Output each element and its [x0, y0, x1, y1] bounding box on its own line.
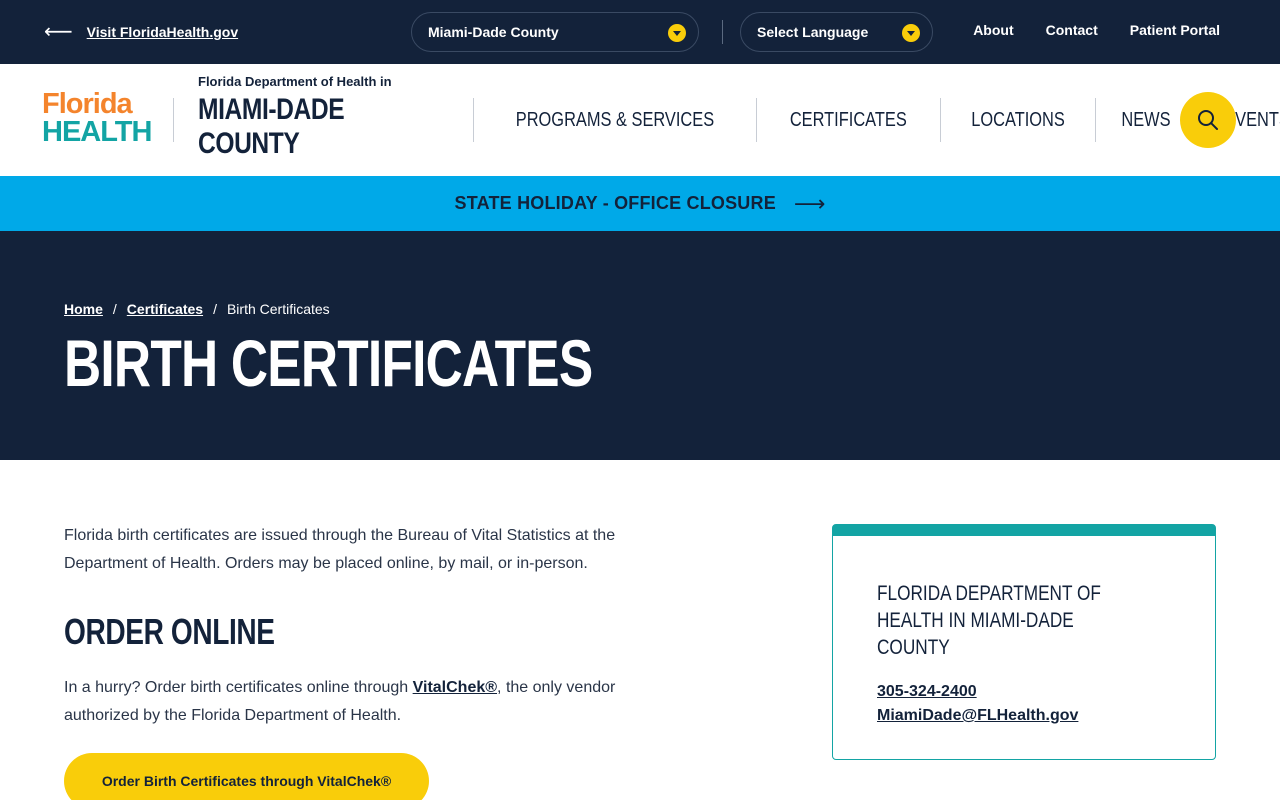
contact-card-title: FLORIDA DEPARTMENT OF HEALTH IN MIAMI-DA… — [877, 582, 1101, 659]
intro-paragraph: Florida birth certificates are issued th… — [64, 527, 616, 572]
vitalchek-link[interactable]: VitalChek® — [413, 679, 497, 696]
utility-divider — [722, 20, 723, 44]
email-link[interactable]: MiamiDade@FLHealth.gov — [877, 707, 1171, 725]
breadcrumb: Home / Certificates / Birth Certificates — [64, 301, 330, 317]
contact-card: FLORIDA DEPARTMENT OF HEALTH IN MIAMI-DA… — [832, 524, 1216, 760]
breadcrumb-separator: / — [112, 301, 117, 317]
department-prefix: Florida Department of Health in — [198, 74, 392, 89]
breadcrumb-certificates[interactable]: Certificates — [127, 301, 203, 317]
nav-certificates[interactable]: CERTIFICATES — [755, 98, 940, 142]
breadcrumb-home[interactable]: Home — [64, 301, 103, 317]
order-online-paragraph: In a hurry? Order birth certificates onl… — [64, 679, 616, 724]
nav-locations[interactable]: LOCATIONS — [939, 98, 1095, 142]
county-select-value: Miami-Dade County — [428, 24, 559, 40]
contact-link[interactable]: Contact — [1046, 22, 1098, 38]
arrow-right-icon: ⟶ — [793, 190, 826, 216]
contact-card-links: 305-324-2400 MiamiDade@FLHealth.gov — [877, 683, 1171, 725]
main-content: Florida birth certificates are issued th… — [64, 522, 664, 730]
patient-portal-link[interactable]: Patient Portal — [1130, 22, 1220, 38]
order-vitalchek-button[interactable]: Order Birth Certificates through VitalCh… — [64, 753, 429, 800]
chevron-down-icon — [668, 24, 686, 42]
arrow-left-icon: ⟵ — [44, 21, 73, 43]
alert-banner[interactable]: STATE HOLIDAY - OFFICE CLOSURE ⟶ — [0, 176, 1280, 231]
florida-health-logo[interactable]: Florida HEALTH — [42, 90, 152, 150]
page-title: BIRTH CERTIFICATES — [64, 326, 593, 400]
nav-programs-services[interactable]: PROGRAMS & SERVICES — [473, 98, 756, 142]
department-county: MIAMI-DADE COUNTY — [198, 93, 345, 160]
page-hero: Home / Certificates / Birth Certificates… — [0, 231, 1280, 460]
visit-floridahealth-link[interactable]: Visit FloridaHealth.gov — [87, 24, 238, 40]
utility-bar: ⟵ Visit FloridaHealth.gov Miami-Dade Cou… — [0, 0, 1280, 64]
county-select[interactable]: Miami-Dade County — [411, 12, 699, 52]
logo-divider — [173, 98, 174, 142]
utility-links: About Contact Patient Portal — [973, 22, 1220, 38]
breadcrumb-current: Birth Certificates — [226, 301, 330, 317]
site-header: Florida HEALTH Florida Department of Hea… — [0, 64, 1280, 176]
logo-text-health: HEALTH — [42, 116, 152, 148]
phone-link[interactable]: 305-324-2400 — [877, 683, 1171, 701]
search-button[interactable] — [1180, 92, 1236, 148]
logo-text-florida: Florida — [42, 88, 133, 120]
language-select[interactable]: Select Language — [740, 12, 933, 52]
department-title[interactable]: Florida Department of Health in MIAMI-DA… — [198, 74, 392, 161]
back-link-group[interactable]: ⟵ Visit FloridaHealth.gov — [44, 20, 238, 44]
alert-text: STATE HOLIDAY - OFFICE CLOSURE — [454, 193, 776, 213]
chevron-down-icon — [902, 24, 920, 42]
about-link[interactable]: About — [973, 22, 1013, 38]
search-icon — [1198, 110, 1218, 130]
language-select-value: Select Language — [757, 24, 869, 40]
breadcrumb-separator: / — [213, 301, 217, 317]
order-online-heading: ORDER ONLINE — [64, 611, 275, 652]
main-nav: PROGRAMS & SERVICES CERTIFICATES LOCATIO… — [473, 98, 1280, 142]
